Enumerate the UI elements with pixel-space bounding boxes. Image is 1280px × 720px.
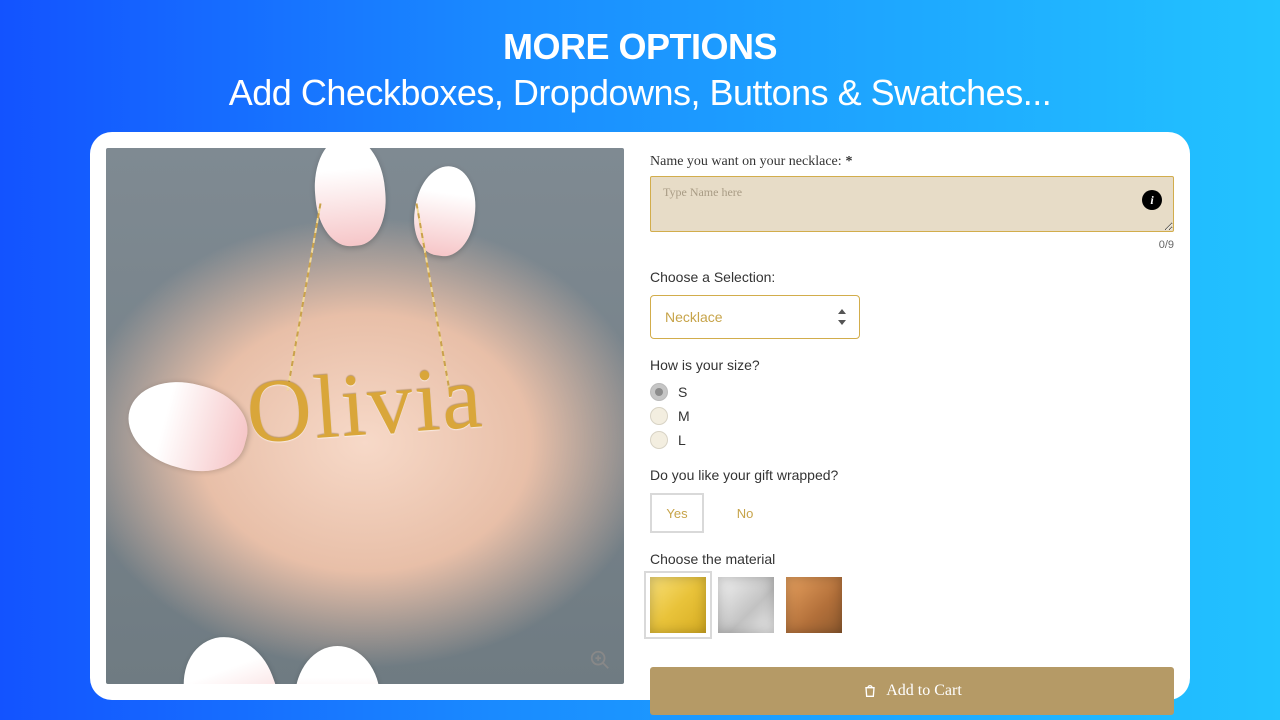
product-options-form: Name you want on your necklace: * i 0/9 … <box>650 148 1174 684</box>
product-image: Olivia <box>106 148 624 684</box>
shopping-bag-icon <box>862 683 878 699</box>
hero-title: MORE OPTIONS <box>0 26 1280 68</box>
size-label-l: L <box>678 432 686 448</box>
name-field-label: Name you want on your necklace: <box>650 154 842 170</box>
swatch-gold[interactable] <box>650 577 706 633</box>
material-field: Choose the material <box>650 551 1174 633</box>
product-card: Olivia Name you want on your necklace: *… <box>90 132 1190 700</box>
gift-wrap-field: Do you like your gift wrapped? Yes No <box>650 467 1174 533</box>
size-radio-l[interactable] <box>650 431 668 449</box>
swatch-bronze[interactable] <box>786 577 842 633</box>
gift-wrap-no-button[interactable]: No <box>718 493 772 533</box>
gift-wrap-label: Do you like your gift wrapped? <box>650 467 1174 483</box>
size-label-s: S <box>678 384 687 400</box>
required-indicator: * <box>846 154 853 170</box>
selection-dropdown[interactable]: Necklace <box>650 295 860 339</box>
necklace-name-script: Olivia <box>243 346 487 465</box>
char-counter: 0/9 <box>650 239 1174 251</box>
hero-subtitle: Add Checkboxes, Dropdowns, Buttons & Swa… <box>0 72 1280 114</box>
material-label: Choose the material <box>650 551 1174 567</box>
swatch-silver[interactable] <box>718 577 774 633</box>
add-to-cart-button[interactable]: Add to Cart <box>650 667 1174 715</box>
gift-wrap-yes-button[interactable]: Yes <box>650 493 704 533</box>
size-radio-m[interactable] <box>650 407 668 425</box>
name-input[interactable] <box>650 176 1174 232</box>
name-field: Name you want on your necklace: * i 0/9 <box>650 152 1174 251</box>
info-icon[interactable]: i <box>1142 190 1162 210</box>
selection-label: Choose a Selection: <box>650 269 1174 285</box>
add-to-cart-label: Add to Cart <box>886 682 962 700</box>
size-field: How is your size? S M L <box>650 357 1174 449</box>
selection-field: Choose a Selection: Necklace <box>650 269 1174 339</box>
size-label-m: M <box>678 408 690 424</box>
size-label: How is your size? <box>650 357 1174 373</box>
hero: MORE OPTIONS Add Checkboxes, Dropdowns, … <box>0 0 1280 114</box>
zoom-in-icon[interactable] <box>586 646 614 674</box>
size-radio-s[interactable] <box>650 383 668 401</box>
